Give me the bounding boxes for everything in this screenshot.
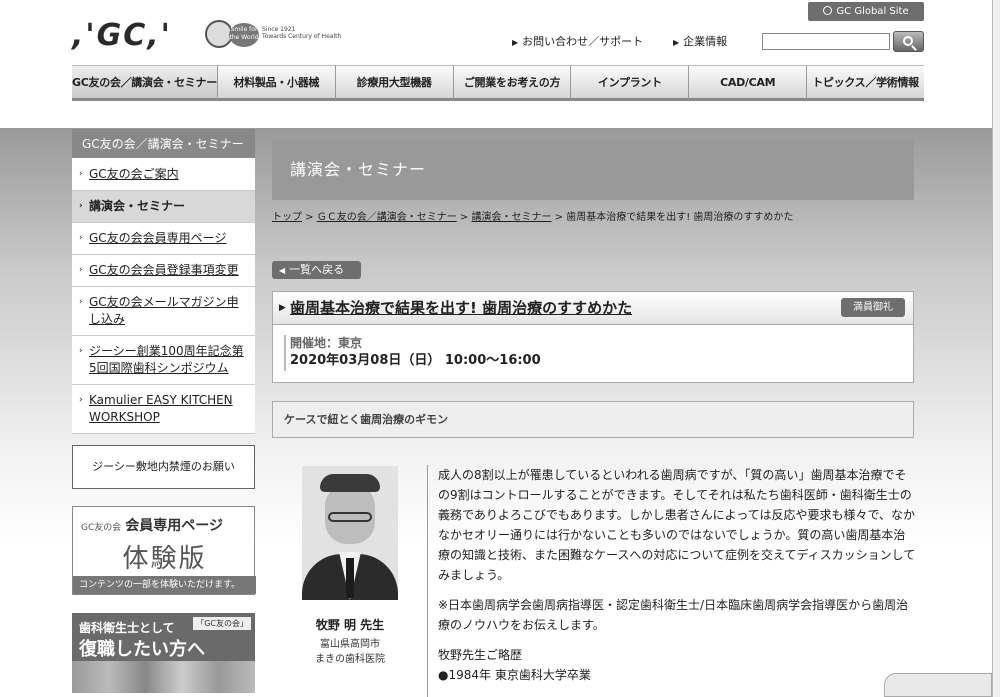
career-heading: 牧野先生ご略歴 <box>438 648 523 662</box>
smile-badge-text: Smile for the World <box>229 23 259 47</box>
globe-icon <box>823 6 833 15</box>
arrow-left-icon: ◀ <box>279 266 286 275</box>
hygienist-banner-line1: 歯科衛生士として <box>79 621 175 635</box>
search-input[interactable] <box>762 33 890 50</box>
arrow-right-icon: › <box>79 265 83 275</box>
sidebar-item-kamulier[interactable]: › Kamulier EASY KITCHEN WORKSHOP <box>72 385 255 434</box>
breadcrumb-gc-club[interactable]: ＧＣ友の会／講演会・セミナー <box>317 212 457 223</box>
sidebar-item-member-page[interactable]: › GC友の会会員専用ページ <box>72 223 255 255</box>
breadcrumb-seminar[interactable]: 講演会・セミナー <box>472 212 552 223</box>
nav-implant[interactable]: インプラント <box>571 66 690 101</box>
sidebar-heading[interactable]: GC友の会／講演会・セミナー <box>72 129 255 159</box>
contact-support-link[interactable]: ▶ お問い合わせ／サポート <box>512 33 643 49</box>
lecturer-city: 富山県高岡市 <box>320 639 380 650</box>
breadcrumb-top[interactable]: トップ <box>272 212 302 223</box>
page: ,'GC,' Smile for the World Since 1921 To… <box>0 0 1000 697</box>
arrow-right-icon: › <box>79 297 83 307</box>
career-item: ●1984年 東京歯科大学卒業 <box>438 668 591 682</box>
global-site-button[interactable]: GC Global Site <box>808 2 924 21</box>
sidebar-item-club-info[interactable]: › GC友の会ご案内 <box>72 159 255 191</box>
trial-banner-big: 体験版 <box>122 544 207 574</box>
event-subtitle: ケースで紐とく歯周治療のギモン <box>272 401 914 438</box>
nav-cad-cam[interactable]: CAD/CAM <box>689 66 808 101</box>
since-text: Since 1921 <box>262 26 296 33</box>
since-1921: Since 1921 Towards Century of Health <box>262 26 341 40</box>
hygienist-banner[interactable]: 歯科衛生士として 復職したい方へ 「GC友の会」 <box>72 613 255 693</box>
event-title[interactable]: ▶ 歯周基本治療で結果を出す! 歯周治療のすすめかた <box>279 292 913 324</box>
event-description: 成人の8割以上が罹患しているといわれる歯周病ですが、「質の高い」歯周基本治療でそ… <box>427 465 917 697</box>
event-date: 2020年03月08日（日） 10:00〜16:00 <box>290 353 541 368</box>
event-details: 開催地：東京 2020年03月08日（日） 10:00〜16:00 <box>284 335 913 371</box>
page-title: 講演会・セミナー <box>272 139 914 200</box>
event-box: ▶ 歯周基本治療で結果を出す! 歯周治療のすすめかた 満員御礼 開催地：東京 20… <box>272 291 914 383</box>
arrow-right-icon: › <box>79 395 83 405</box>
company-info-link[interactable]: ▶ 企業情報 <box>673 33 727 49</box>
lecturer-clinic: まきの歯科医院 <box>315 654 385 665</box>
arrow-right-icon: ▶ <box>512 38 519 47</box>
hygienist-banner-tag: 「GC友の会」 <box>193 617 251 630</box>
window-scrollbar[interactable] <box>992 0 1000 697</box>
lecturer-name: 牧野 明 先生 <box>315 618 385 632</box>
arrow-right-icon: › <box>79 233 83 243</box>
status-badge: 満員御礼 <box>841 298 905 317</box>
sidebar-item-member-change[interactable]: › GC友の会会員登録事項変更 <box>72 255 255 287</box>
sidebar-item-symposium[interactable]: › ジーシー創業100周年記念第5回国際歯科シンポジウム <box>72 336 255 385</box>
trial-banner-head: GC友の会 会員専用ページ <box>81 518 223 534</box>
description-note: ※日本歯周病学会歯周病指導医・認定歯科衛生士/日本臨床歯周病学会指導医から歯周治… <box>438 598 909 632</box>
sidebar-item-mail-magazine[interactable]: › GC友の会メールマガジン申し込み <box>72 287 255 336</box>
nav-opening[interactable]: ご開業をお考えの方 <box>453 66 572 101</box>
bottom-panel-toggle[interactable] <box>884 673 992 697</box>
search-button[interactable] <box>893 31 924 52</box>
event-header: ▶ 歯周基本治療で結果を出す! 歯周治療のすすめかた 満員御礼 <box>273 292 913 325</box>
no-smoking-banner[interactable]: ジーシー敷地内禁煙のお願い <box>72 445 255 489</box>
arrow-right-icon: › <box>79 346 83 356</box>
nav-topics[interactable]: トピックス／学術情報 <box>807 66 924 101</box>
global-site-label: GC Global Site <box>836 6 909 17</box>
hygienist-banner-line2: 復職したい方へ <box>79 639 205 660</box>
hygienist-banner-photo <box>72 661 255 693</box>
trial-member-banner[interactable]: GC友の会 会員専用ページ 体験版 コンテンツの一部を体験いただけます。 <box>72 506 256 595</box>
global-nav: GC友の会／講演会・セミナー 材料製品・小器械 診療用大型機器 ご開業をお考えの… <box>72 65 924 101</box>
sidebar-item-seminar[interactable]: › 講演会・セミナー <box>72 191 255 223</box>
breadcrumb: トップ > ＧＣ友の会／講演会・セミナー > 講演会・セミナー > 歯周基本治療… <box>272 212 794 223</box>
nav-materials[interactable]: 材料製品・小器械 <box>217 66 336 101</box>
breadcrumb-current: 歯周基本治療で結果を出す! 歯周治療のすすめかた <box>566 212 794 223</box>
nav-gc-club-seminar[interactable]: GC友の会／講演会・セミナー <box>72 66 218 101</box>
search-icon <box>902 35 913 46</box>
photo-hair <box>320 474 380 492</box>
arrow-right-icon: ▶ <box>279 303 286 313</box>
smile-badge: Smile for the World <box>205 20 259 48</box>
gc-logo[interactable]: ,'GC,' <box>72 18 172 53</box>
event-venue: 開催地：東京 <box>290 336 363 350</box>
back-to-list-button[interactable]: ◀ 一覧へ戻る <box>272 261 361 279</box>
photo-tie <box>346 558 354 598</box>
nav-large-equipment[interactable]: 診療用大型機器 <box>335 66 454 101</box>
arrow-right-icon: › <box>79 201 83 211</box>
trial-banner-caption: コンテンツの一部を体験いただけます。 <box>73 576 256 594</box>
photo-glasses <box>328 512 372 522</box>
description-paragraph: 成人の8割以上が罹患しているといわれる歯周病ですが、「質の高い」歯周基本治療でそ… <box>438 468 916 582</box>
arrow-right-icon: › <box>79 169 83 179</box>
sidebar: GC友の会／講演会・セミナー › GC友の会ご案内 › 講演会・セミナー › GC友の… <box>72 129 255 434</box>
lecturer-affiliation: 富山県高岡市 まきの歯科医院 <box>290 637 410 667</box>
since-sub: Towards Century of Health <box>262 33 342 40</box>
arrow-right-icon: ▶ <box>673 38 680 47</box>
lecturer-photo <box>302 466 398 600</box>
